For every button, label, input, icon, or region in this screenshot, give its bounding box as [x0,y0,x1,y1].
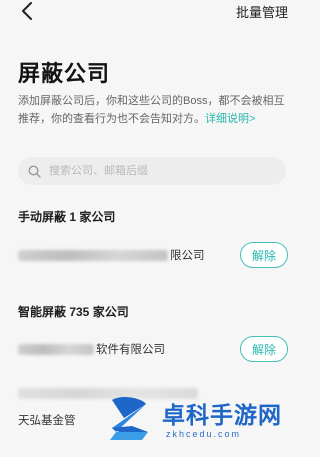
watermark-text: 卓科手游网 [162,403,282,429]
details-link[interactable]: 详细说明> [205,113,255,125]
company-name: 限公司 [18,247,205,263]
search-input[interactable] [49,165,249,177]
search-bar[interactable] [18,157,286,185]
top-nav-bar: 批量管理 [0,0,300,24]
batch-manage-button[interactable]: 批量管理 [236,2,288,21]
smart-block-section-title: 智能屏蔽 735 家公司 [18,305,129,319]
manual-block-section-title: 手动屏蔽 1 家公司 [18,210,116,224]
company-name-suffix: 软件有限公司 [96,344,165,356]
back-button[interactable] [16,0,38,22]
company-name: 天弘基金管 [18,412,76,428]
page-title: 屏蔽公司 [18,61,111,86]
search-icon [28,164,41,178]
blocked-company-row: 限公司 解除 [18,238,288,272]
chevron-left-icon [22,2,32,20]
watermark: 卓科手游网 zkhcedu.com [102,392,300,457]
blurred-company-name [18,343,94,355]
page-description: 添加屏蔽公司后，你和这些公司的Boss，都不会被相互推荐，你的查看行为也不会告知… [18,92,288,128]
blurred-company-name [18,249,168,261]
unblock-button[interactable]: 解除 [240,336,288,362]
company-name: 软件有限公司 [18,341,165,357]
unblock-button[interactable]: 解除 [240,242,288,268]
watermark-url: zkhcedu.com [166,429,242,439]
company-name-suffix: 限公司 [170,250,205,262]
watermark-logo-icon [110,397,148,440]
company-name-text: 天弘基金管 [18,415,76,427]
blocked-company-row: 软件有限公司 解除 [18,332,288,366]
